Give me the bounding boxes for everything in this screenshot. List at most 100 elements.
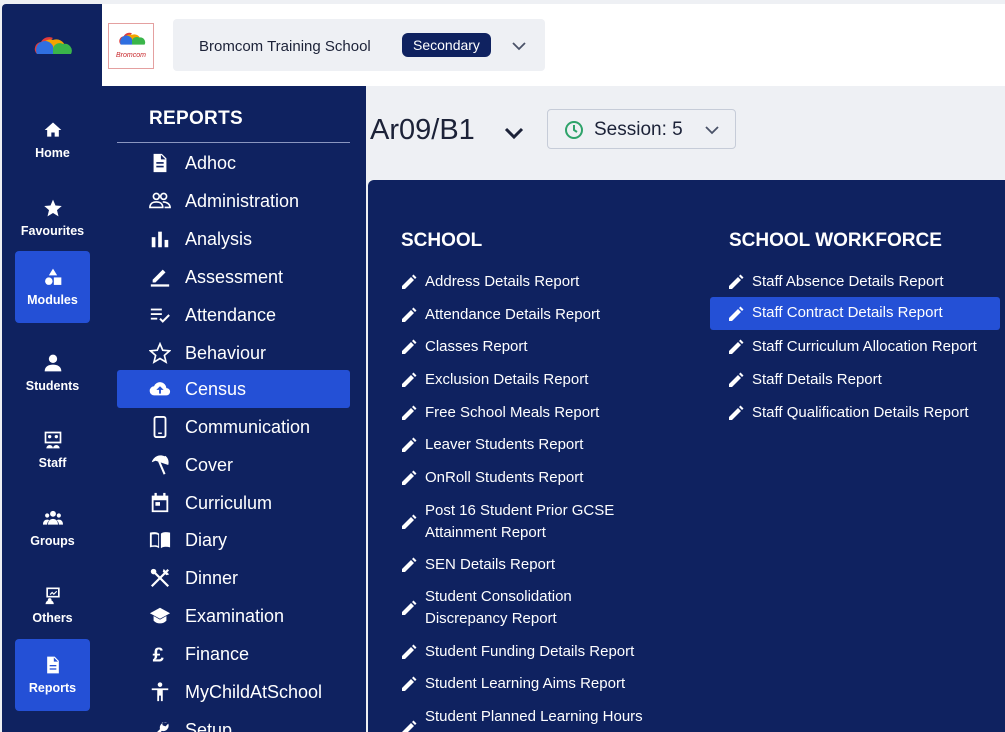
report-link[interactable]: Address Details Report (401, 271, 691, 293)
menu-item-label: MyChildAtSchool (185, 682, 323, 702)
report-label: Staff Qualification Details Report (752, 404, 969, 421)
pencil-icon (729, 372, 744, 387)
pencil-icon (402, 676, 417, 691)
menu-item-label: Attendance (185, 305, 277, 325)
pencil-icon (402, 307, 417, 322)
accessibility-icon (151, 682, 169, 702)
menu-item-setup[interactable]: Setup (117, 711, 350, 732)
report-link[interactable]: Student Learning Aims Report (401, 673, 691, 695)
report-link[interactable]: Leaver Students Report (401, 434, 691, 456)
menu-item-communication[interactable]: Communication (117, 408, 350, 446)
svg-text:£: £ (153, 644, 164, 665)
bromcom-logo-text: Bromcom (116, 52, 146, 59)
pencil-icon (729, 274, 744, 289)
report-link[interactable]: Attendance Details Report (401, 304, 691, 326)
report-link[interactable]: Student Funding Details Report (401, 641, 691, 663)
report-label: Student Planned Learning Hours (425, 708, 643, 725)
book-icon (149, 532, 171, 549)
report-label: Post 16 Student Prior GCSE Attainment Re… (425, 502, 615, 541)
umbrella-icon (151, 455, 169, 475)
rail-item-groups[interactable]: Groups (15, 492, 90, 564)
report-label: Staff Curriculum Allocation Report (752, 338, 977, 355)
report-link[interactable]: Student Consolidation Discrepancy Report (401, 586, 621, 630)
report-link[interactable]: Post 16 Student Prior GCSE Attainment Re… (401, 500, 651, 544)
pencil-icon (402, 405, 417, 420)
report-link[interactable]: SEN Details Report (401, 554, 691, 576)
chevron-down-icon (512, 42, 526, 51)
top-bar: Bromcom Bromcom Training School Secondar… (102, 4, 1005, 86)
school-selector[interactable]: Bromcom Training School Secondary (173, 19, 545, 71)
rail-item-home[interactable]: Home (15, 104, 90, 176)
menu-item-label: Curriculum (185, 493, 273, 513)
report-label: Classes Report (425, 338, 528, 355)
phase-badge: Secondary (402, 33, 491, 57)
cloud-logo-icon (34, 37, 72, 54)
rail-item-modules[interactable]: Modules (15, 251, 90, 323)
report-link[interactable]: Exclusion Details Report (401, 369, 691, 391)
menu-item-label: Census (185, 379, 247, 399)
bromcom-logo-icon (119, 32, 146, 45)
rail-item-students[interactable]: Students (15, 337, 90, 409)
school-logo: Bromcom (108, 23, 154, 69)
report-label: Staff Details Report (752, 371, 882, 388)
report-link-highlighted[interactable]: Staff Contract Details Report (710, 297, 1000, 330)
menu-item-census[interactable]: Census (117, 370, 350, 408)
menu-item-analysis[interactable]: Analysis (117, 220, 350, 258)
menu-item-attendance[interactable]: Attendance (117, 296, 350, 334)
person-icon (44, 354, 61, 372)
clock-icon (565, 121, 583, 139)
pencil-icon (402, 372, 417, 387)
report-link[interactable]: Staff Qualification Details Report (728, 402, 1005, 424)
pencil-icon (402, 339, 417, 354)
rail-item-label: Modules (27, 293, 78, 307)
graduation-cap-icon (149, 607, 171, 624)
menu-item-mychildatschool[interactable]: MyChildAtSchool (117, 673, 350, 711)
rail-item-staff[interactable]: Staff (15, 414, 90, 486)
chevron-down-icon[interactable] (503, 123, 525, 143)
menu-item-dinner[interactable]: Dinner (117, 559, 350, 597)
cloud-upload-icon (149, 382, 171, 396)
rail-item-label: Home (35, 146, 70, 160)
menu-item-cover[interactable]: Cover (117, 446, 350, 484)
rail-item-label: Students (25, 379, 80, 393)
rail-item-others[interactable]: Others (15, 569, 90, 641)
menu-item-behaviour[interactable]: Behaviour (117, 334, 350, 372)
report-link[interactable]: OnRoll Students Report (401, 467, 691, 489)
report-link[interactable]: Staff Absence Details Report (728, 271, 1005, 293)
pencil-icon (402, 514, 417, 529)
report-label: Exclusion Details Report (425, 371, 589, 388)
pencil-icon (402, 720, 417, 732)
session-selector[interactable]: Session: 5 (547, 109, 736, 149)
rail-item-favourites[interactable]: Favourites (15, 182, 90, 254)
menu-item-finance[interactable]: £ Finance (117, 635, 350, 673)
shapes-icon (44, 268, 61, 285)
rail-item-reports[interactable]: Reports (15, 639, 90, 711)
chevron-down-icon (705, 126, 719, 135)
report-link[interactable]: Staff Details Report (728, 369, 1005, 391)
menu-item-assessment[interactable]: Assessment (117, 258, 350, 296)
report-link[interactable]: Staff Curriculum Allocation Report (728, 336, 1005, 358)
menu-item-label: Cover (185, 455, 234, 475)
report-link[interactable]: Student Planned Learning Hours (401, 706, 691, 732)
document-icon (46, 656, 59, 674)
menu-item-administration[interactable]: Administration (117, 182, 350, 220)
others-icon (45, 587, 60, 605)
menu-item-adhoc[interactable]: Adhoc (117, 144, 350, 182)
rail-item-label: Staff (38, 456, 67, 470)
wrench-icon (157, 722, 169, 732)
star-icon (43, 199, 62, 217)
reports-menu: REPORTS Adhoc Administration Analysis As… (102, 86, 366, 732)
report-link[interactable]: Free School Meals Report (401, 402, 691, 424)
rail-item-label: Reports (28, 681, 77, 695)
menu-item-examination[interactable]: Examination (117, 597, 350, 635)
report-label: Free School Meals Report (425, 404, 600, 421)
menu-item-curriculum[interactable]: Curriculum (117, 484, 350, 522)
report-label: Attendance Details Report (425, 306, 601, 323)
report-link[interactable]: Classes Report (401, 336, 691, 358)
pencil-icon (402, 600, 417, 615)
edit-line-icon (150, 269, 170, 287)
menu-item-diary[interactable]: Diary (117, 521, 350, 559)
reports-menu-title: REPORTS (149, 108, 243, 129)
report-label: Address Details Report (425, 273, 580, 290)
star-outline-icon (149, 342, 171, 364)
